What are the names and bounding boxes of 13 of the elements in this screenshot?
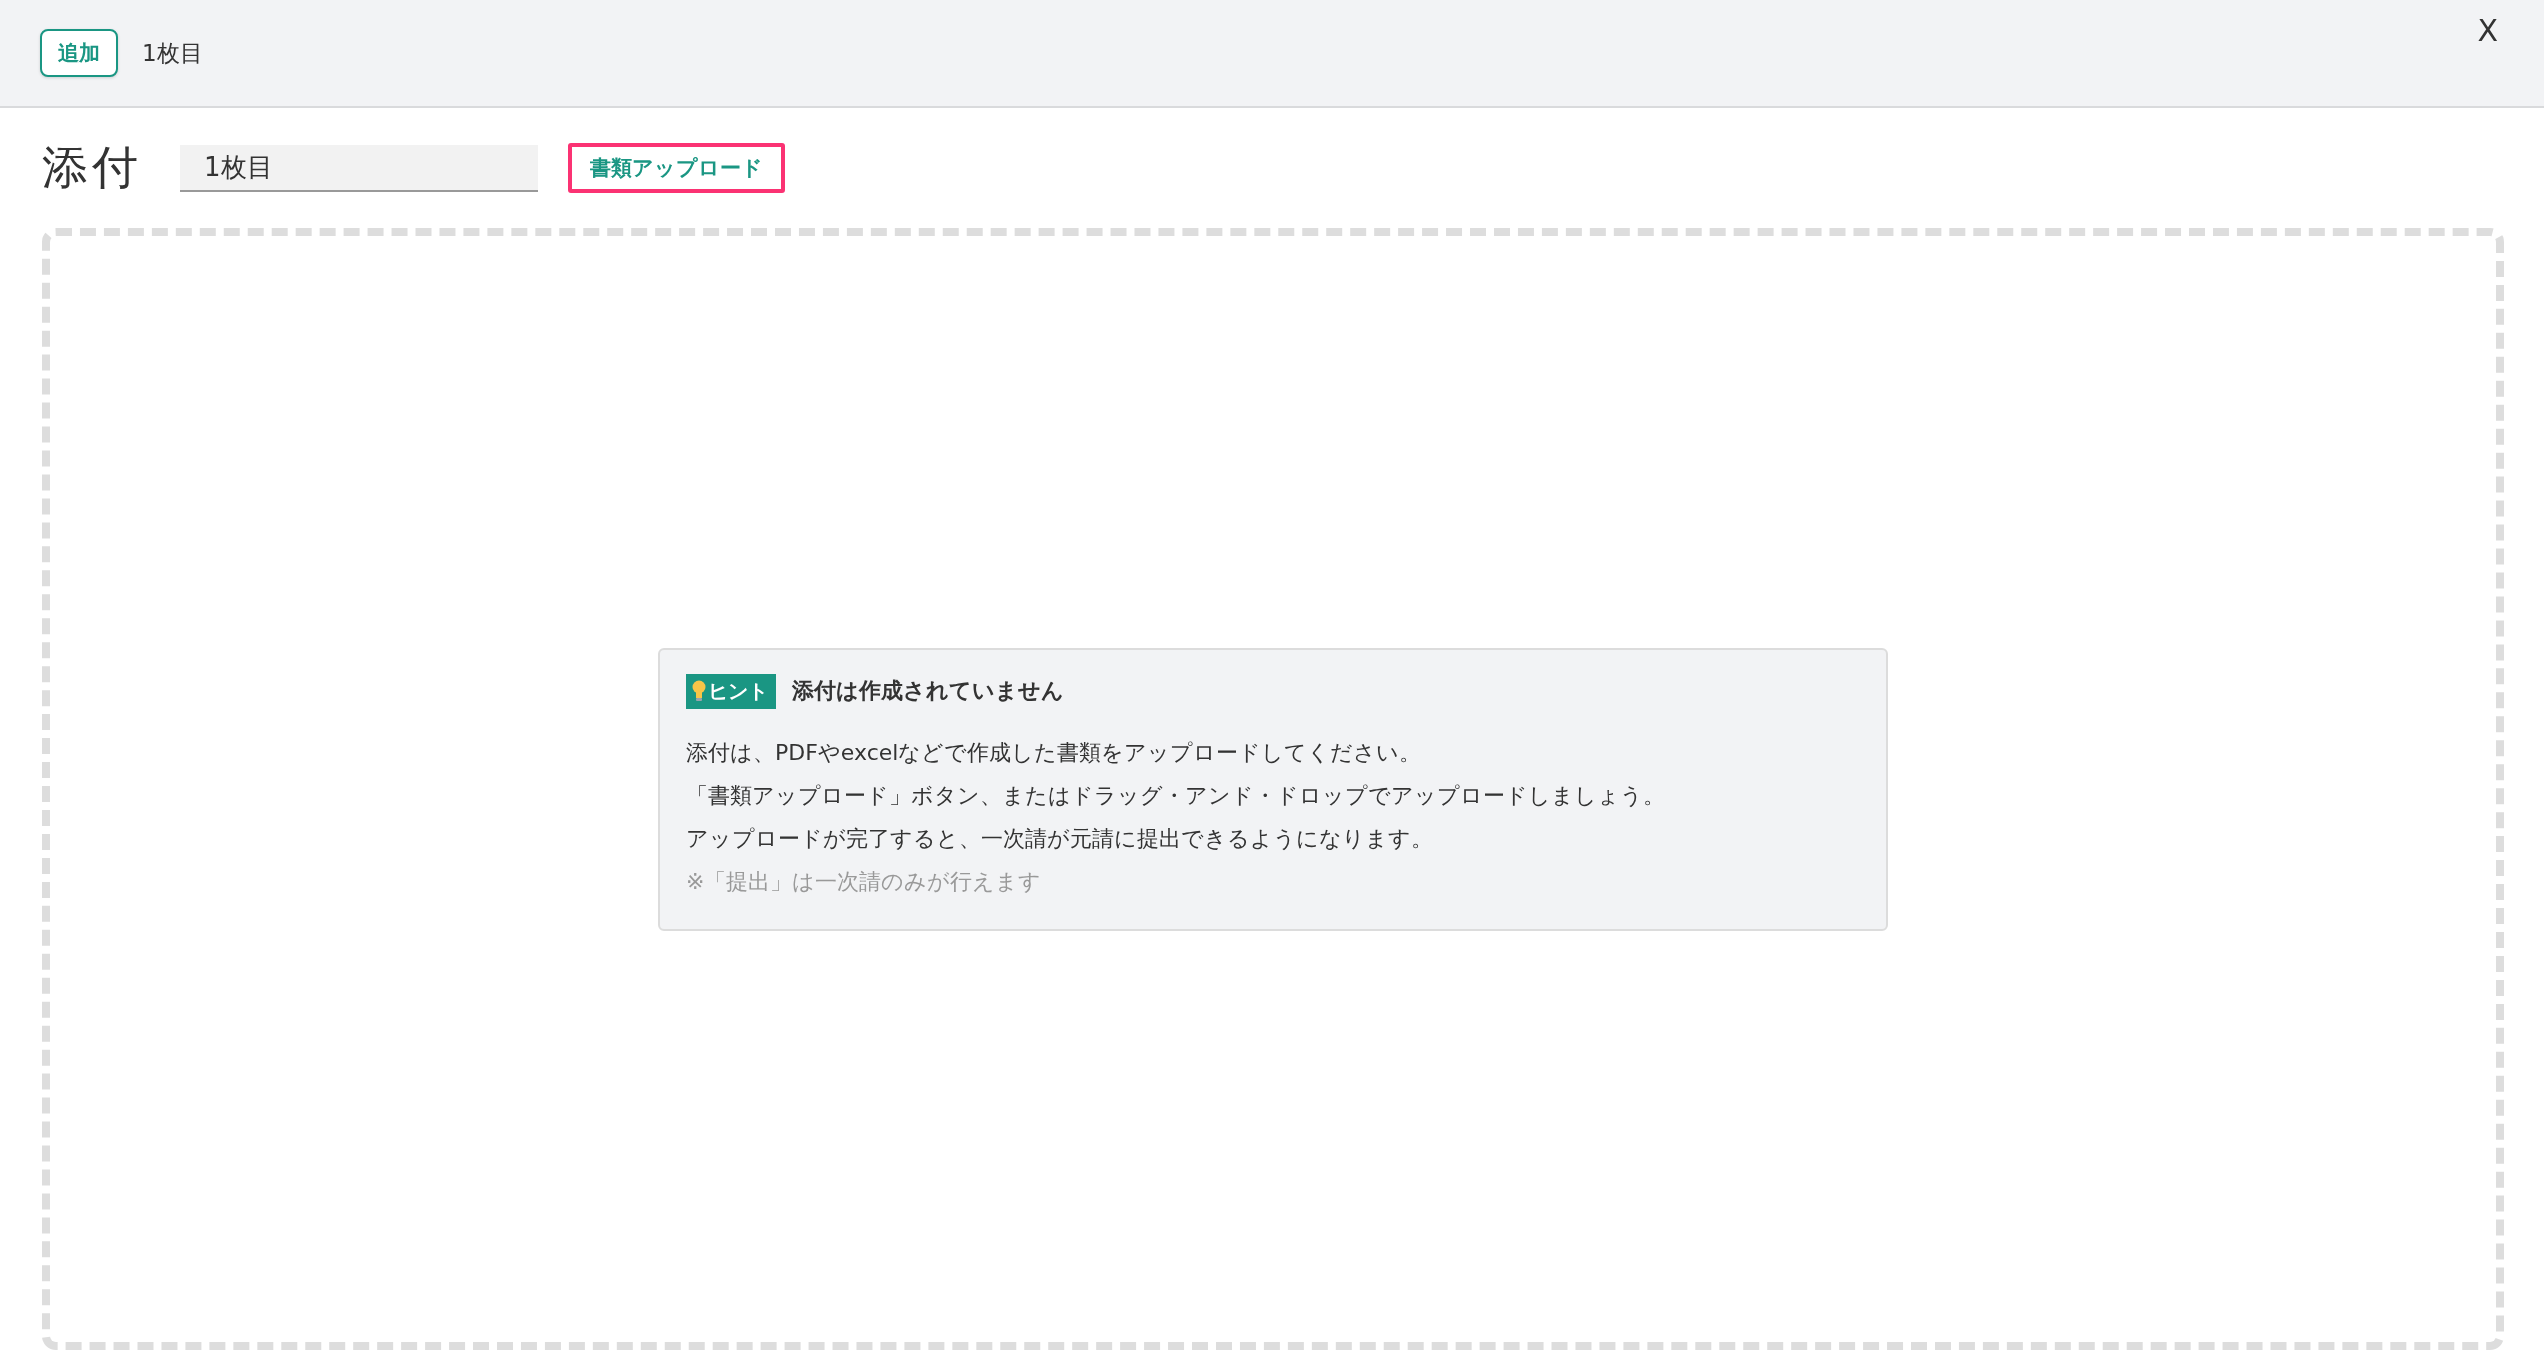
upload-button[interactable]: 書類アップロード: [568, 143, 785, 193]
hint-title: 添付は作成されていません: [792, 677, 1064, 705]
lightbulb-icon: [692, 680, 706, 702]
name-input-field[interactable]: 1枚目: [180, 144, 538, 192]
hint-badge-label: ヒント: [708, 677, 768, 705]
add-button[interactable]: 追加: [40, 29, 118, 77]
hint-text: 「書類アップロード」ボタン、またはドラッグ・アンド・ドロップでアップロードしましょう。: [686, 781, 1666, 810]
hint-text: アップロードが完了すると、一次請が元請に提出できるようになります。: [686, 824, 1434, 853]
close-button[interactable]: X: [2471, 10, 2504, 50]
page-label: 1枚目: [142, 38, 203, 68]
section-title: 添付: [42, 139, 142, 196]
hint-text: 添付は、PDFやexcelなどで作成した書類をアップロードしてください。: [686, 738, 1423, 767]
hint-note: ※「提出」は一次請のみが行えます: [686, 867, 1043, 896]
